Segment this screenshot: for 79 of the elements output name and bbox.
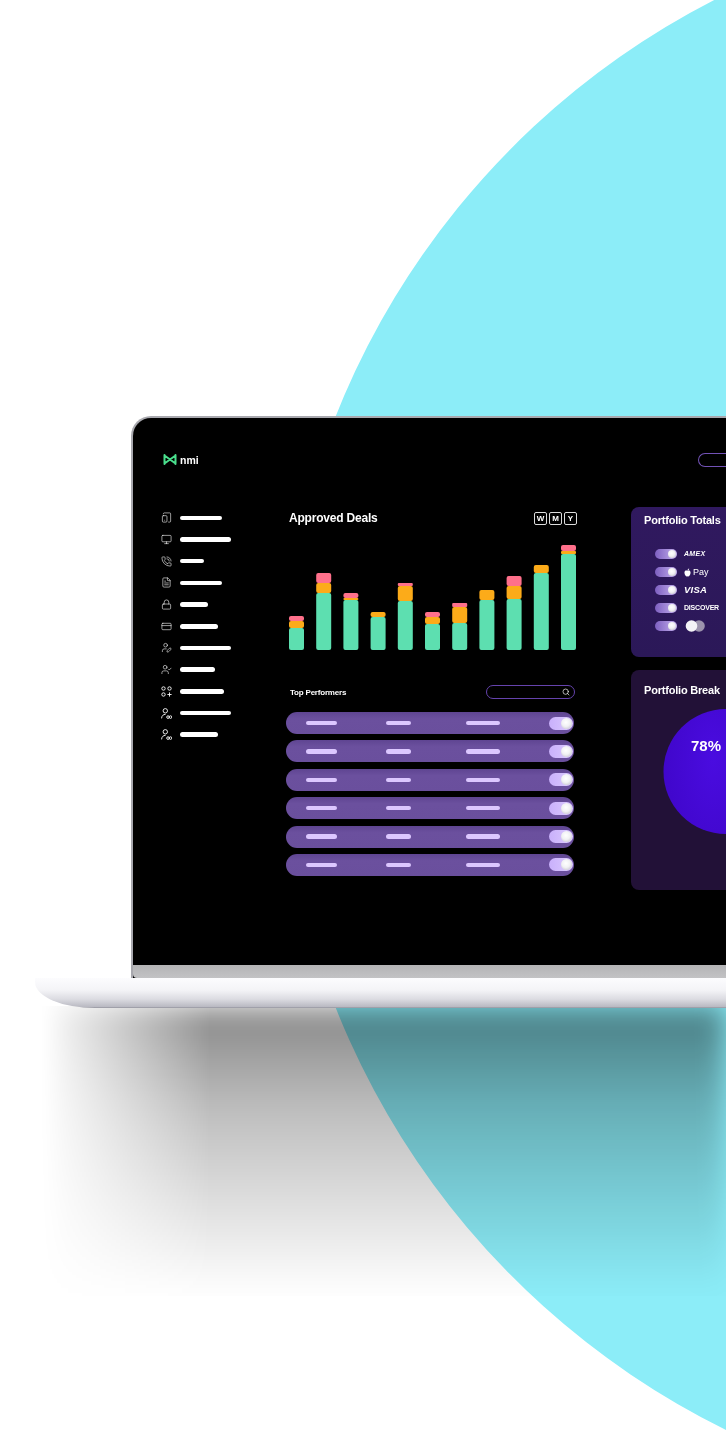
bar-segment	[506, 576, 522, 586]
card-brand-label: VISA	[684, 585, 707, 595]
placeholder-bar	[466, 834, 500, 839]
toggle-knob	[561, 745, 572, 757]
user-check-icon[interactable]	[161, 664, 172, 676]
toggle-switch[interactable]	[549, 830, 573, 844]
logo-icon	[163, 454, 177, 465]
placeholder-bar	[180, 710, 231, 716]
placeholder-bar	[180, 732, 218, 737]
period-button[interactable]: Y	[564, 512, 577, 525]
placeholder-bar	[386, 720, 411, 726]
percentage-label: 78%	[691, 738, 722, 754]
period-button[interactable]: M	[549, 512, 562, 525]
placeholder-bar	[180, 689, 224, 694]
user-edit-icon[interactable]	[161, 642, 172, 654]
placeholder-bar	[306, 749, 337, 754]
placeholder-bar	[306, 805, 337, 811]
devices-icon[interactable]	[161, 512, 172, 524]
section-title: Top Performers	[290, 687, 347, 697]
placeholder-bar	[180, 558, 204, 564]
toggle-knob	[668, 622, 676, 630]
toggle-knob	[668, 604, 676, 612]
placeholder-bar	[180, 645, 231, 651]
toggle-knob	[561, 831, 572, 843]
toggle-knob	[668, 586, 676, 594]
placeholder-bar	[386, 749, 411, 754]
placeholder-bar	[386, 777, 411, 783]
placeholder-bar	[466, 862, 500, 868]
bar-segment	[316, 573, 332, 583]
placeholder-bar	[180, 624, 218, 629]
card-icon[interactable]	[161, 620, 172, 632]
monitor-icon[interactable]	[161, 534, 172, 546]
toggle-switch[interactable]	[655, 585, 677, 595]
user-link-icon[interactable]	[161, 707, 172, 719]
toggle-knob	[561, 802, 572, 814]
placeholder-bar	[386, 862, 411, 868]
toggle-switch[interactable]	[655, 549, 677, 559]
placeholder-bar	[306, 777, 337, 783]
toggle-switch[interactable]	[549, 801, 573, 815]
card-brand-label: Pay	[693, 567, 709, 577]
placeholder-bar	[180, 537, 231, 542]
placeholder-bar	[466, 720, 500, 726]
toggle-switch[interactable]	[655, 567, 677, 577]
apps-icon[interactable]	[161, 685, 172, 697]
document-icon[interactable]	[161, 577, 172, 589]
toggle-switch[interactable]	[549, 858, 573, 872]
phone-icon[interactable]	[161, 555, 172, 567]
section-title: Approved Deals	[289, 512, 378, 525]
search-icon	[562, 688, 570, 696]
toggle-knob	[561, 774, 572, 786]
toggle-knob	[668, 568, 676, 576]
placeholder-bar	[180, 580, 222, 586]
placeholder-bar	[180, 515, 222, 521]
card-title: Portfolio Break	[644, 684, 721, 696]
card-title: Portfolio Totals	[644, 514, 722, 526]
toggle-knob	[561, 717, 572, 729]
period-button[interactable]: W	[534, 512, 547, 525]
toggle-switch[interactable]	[655, 621, 677, 631]
placeholder-bar	[306, 862, 337, 868]
placeholder-bar	[180, 667, 215, 672]
placeholder-bar	[306, 720, 337, 726]
toggle-switch[interactable]	[549, 744, 573, 758]
toggle-switch[interactable]	[549, 716, 573, 730]
lock-icon[interactable]	[161, 599, 172, 611]
overlapping-circles-icon	[684, 620, 706, 632]
placeholder-bar	[466, 805, 500, 811]
logo-text: nmi	[180, 453, 199, 466]
placeholder-bar	[386, 834, 411, 839]
toggle-switch[interactable]	[655, 603, 677, 613]
placeholder-bar	[386, 805, 411, 811]
user-link-icon[interactable]	[161, 729, 172, 741]
placeholder-bar	[466, 749, 500, 754]
placeholder-bar	[466, 777, 500, 783]
apple-icon	[684, 567, 691, 577]
placeholder-bar	[180, 602, 208, 607]
toggle-knob	[561, 859, 572, 871]
placeholder-bar	[306, 834, 337, 839]
toggle-knob	[668, 550, 676, 558]
toggle-switch[interactable]	[549, 773, 573, 787]
